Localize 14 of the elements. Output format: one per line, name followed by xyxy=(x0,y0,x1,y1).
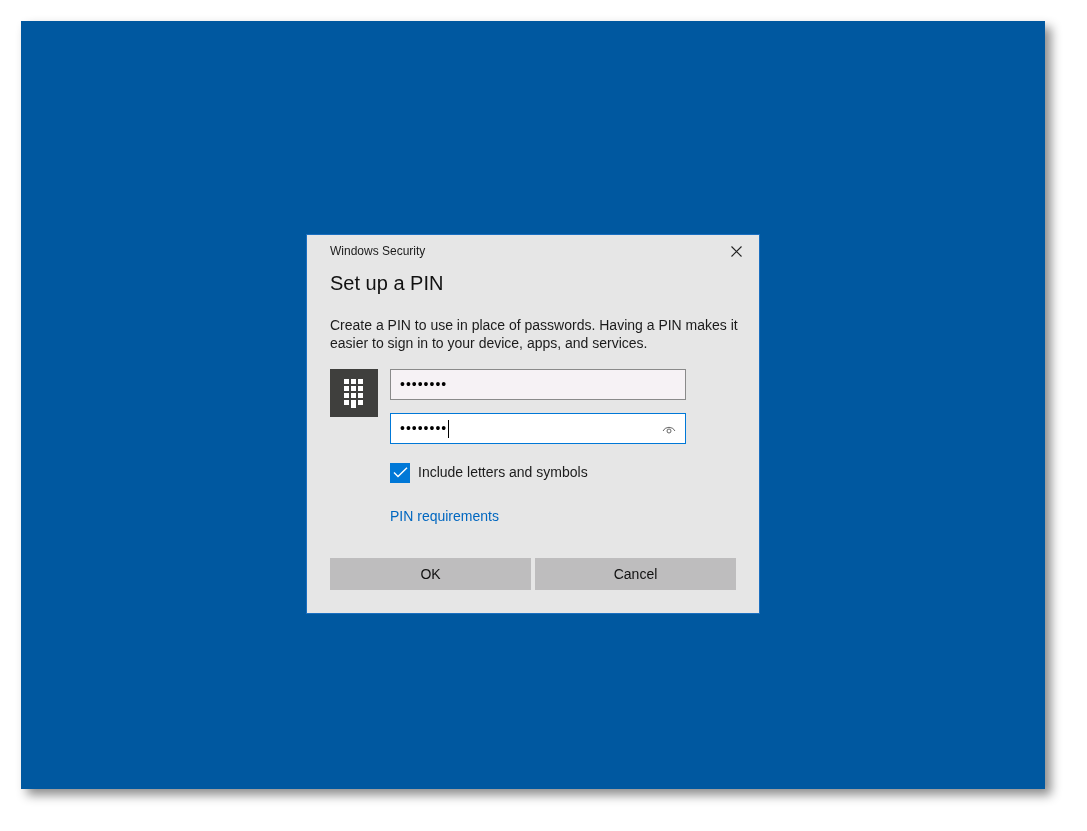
checkbox[interactable] xyxy=(390,462,410,483)
checkmark-icon xyxy=(392,467,408,478)
checkbox-label: Include letters and symbols xyxy=(418,463,588,482)
pin-field[interactable]: •••••••• xyxy=(390,413,686,444)
close-button[interactable] xyxy=(728,243,744,259)
keypad-icon xyxy=(344,378,364,408)
close-icon xyxy=(730,245,742,257)
window-title: Windows Security xyxy=(330,243,426,259)
dialog-button[interactable]: Cancel xyxy=(535,558,736,590)
dialog-heading: Set up a PIN xyxy=(330,271,445,296)
dialog-button[interactable]: OK xyxy=(330,558,531,590)
pin-field[interactable]: •••••••• xyxy=(390,369,686,400)
description-text: Create a PIN to use in place of passwords. Having a PIN makes it easier to sign in to your device, apps, and services. xyxy=(330,316,739,352)
pin-requirements-link[interactable]: PIN requirements xyxy=(390,506,499,527)
